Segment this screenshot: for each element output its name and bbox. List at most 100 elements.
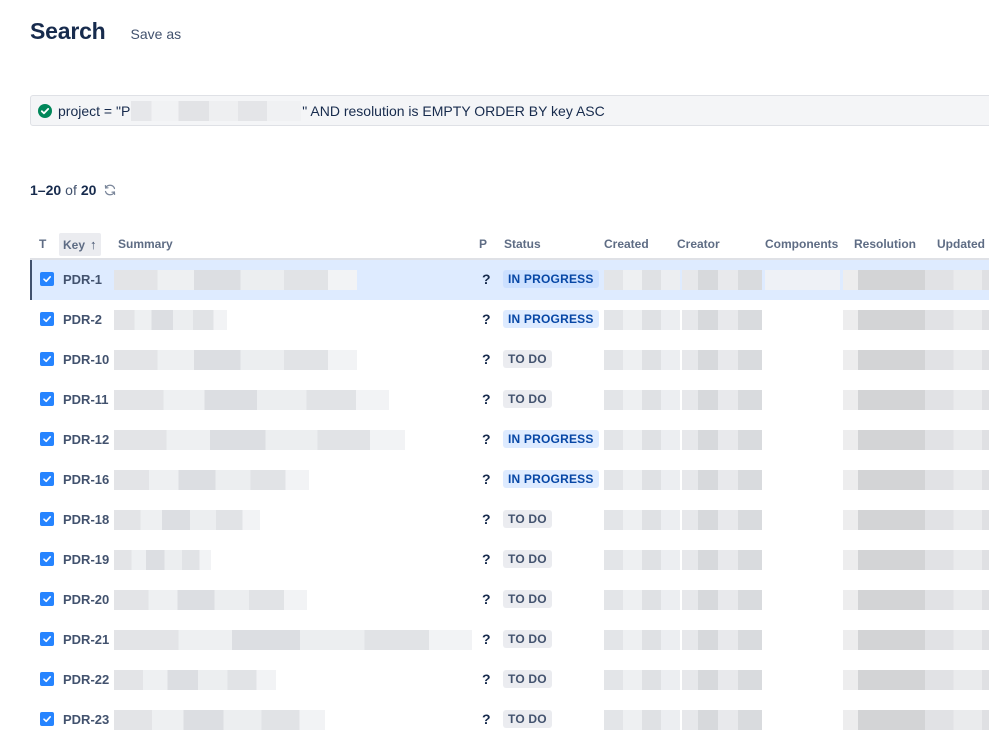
table-row[interactable]: PDR-22? TO DO <box>30 660 989 700</box>
redacted-created <box>604 310 680 330</box>
table-row[interactable]: PDR-2? IN PROGRESS <box>30 300 989 340</box>
checkbox-checked-icon[interactable] <box>40 672 54 686</box>
redacted-summary[interactable] <box>114 270 357 290</box>
redacted-summary[interactable] <box>114 310 227 330</box>
checkbox-checked-icon[interactable] <box>40 552 54 566</box>
redacted-summary[interactable] <box>114 430 405 450</box>
column-header-status[interactable]: Status <box>504 237 541 251</box>
results-range: 1–20 <box>30 182 62 198</box>
redacted-summary[interactable] <box>114 390 389 410</box>
column-header-summary[interactable]: Summary <box>118 237 173 251</box>
issue-key-link[interactable]: PDR-16 <box>63 472 109 487</box>
checkbox-checked-icon[interactable] <box>40 472 54 486</box>
redacted-summary[interactable] <box>114 670 276 690</box>
table-row[interactable]: PDR-20? TO DO <box>30 580 989 620</box>
check-circle-icon <box>38 103 52 118</box>
table-row[interactable]: PDR-11? TO DO <box>30 380 989 420</box>
redacted-created <box>604 630 680 650</box>
issue-key-link[interactable]: PDR-1 <box>63 272 102 287</box>
column-header-created[interactable]: Created <box>604 237 649 251</box>
checkbox-checked-icon[interactable] <box>40 592 54 606</box>
redacted-created <box>604 510 680 530</box>
checkbox-checked-icon[interactable] <box>40 632 54 646</box>
page-title: Search <box>30 18 106 44</box>
table-row[interactable]: PDR-1? IN PROGRESS <box>30 260 989 300</box>
priority-icon: ? <box>482 351 491 367</box>
priority-icon: ? <box>482 431 491 447</box>
checkbox-checked-icon[interactable] <box>40 392 54 406</box>
column-header-resolution[interactable]: Resolution <box>854 237 916 251</box>
issue-key-link[interactable]: PDR-18 <box>63 512 109 527</box>
column-header-creator[interactable]: Creator <box>677 237 720 251</box>
refresh-icon[interactable] <box>103 183 117 197</box>
table-row[interactable]: PDR-23? TO DO <box>30 700 989 740</box>
checkbox-checked-icon[interactable] <box>40 272 54 286</box>
checkbox-checked-icon[interactable] <box>40 352 54 366</box>
redacted-updated <box>925 430 989 450</box>
checkbox-checked-icon[interactable] <box>40 512 54 526</box>
column-header-priority[interactable]: P <box>479 237 487 251</box>
redacted-summary[interactable] <box>114 350 357 370</box>
redacted-resolution <box>843 390 925 410</box>
table-row[interactable]: PDR-10? TO DO <box>30 340 989 380</box>
issue-key-link[interactable]: PDR-23 <box>63 712 109 727</box>
redacted-creator <box>682 390 762 410</box>
save-as-button[interactable]: Save as <box>131 26 182 42</box>
redacted-updated <box>925 510 989 530</box>
redacted-updated <box>925 350 989 370</box>
redacted-created <box>604 470 680 490</box>
redacted-created <box>604 430 680 450</box>
redacted-created <box>604 710 680 730</box>
checkbox-checked-icon[interactable] <box>40 432 54 446</box>
redacted-creator <box>682 710 762 730</box>
table-row[interactable]: PDR-16? IN PROGRESS <box>30 460 989 500</box>
redacted-resolution <box>843 310 925 330</box>
results-count: 1–20 of 20 <box>30 182 117 198</box>
status-badge: TO DO <box>503 510 552 528</box>
column-header-updated[interactable]: Updated <box>937 237 985 251</box>
column-header-key[interactable]: Key ↑ <box>59 233 101 256</box>
jql-query-input[interactable]: project = "P " AND resolution is EMPTY OR… <box>30 95 989 126</box>
redacted-summary[interactable] <box>114 630 472 650</box>
redacted-summary[interactable] <box>114 550 211 570</box>
priority-icon: ? <box>482 311 491 327</box>
redacted-summary[interactable] <box>114 590 307 610</box>
table-row[interactable]: PDR-18? TO DO <box>30 500 989 540</box>
column-header-type[interactable]: T <box>39 237 46 251</box>
redacted-summary[interactable] <box>114 510 260 530</box>
table-row[interactable]: PDR-21? TO DO <box>30 620 989 660</box>
status-badge: TO DO <box>503 350 552 368</box>
redacted-resolution <box>843 270 925 290</box>
table-row[interactable]: PDR-12? IN PROGRESS <box>30 420 989 460</box>
redacted-updated <box>925 470 989 490</box>
issue-key-link[interactable]: PDR-19 <box>63 552 109 567</box>
redacted-creator <box>682 590 762 610</box>
column-header-components[interactable]: Components <box>765 237 838 251</box>
redacted-summary[interactable] <box>114 710 325 730</box>
issue-key-link[interactable]: PDR-10 <box>63 352 109 367</box>
redacted-resolution <box>843 350 925 370</box>
status-badge: TO DO <box>503 390 552 408</box>
redacted-creator <box>682 270 762 290</box>
issue-key-link[interactable]: PDR-22 <box>63 672 109 687</box>
priority-icon: ? <box>482 671 491 687</box>
redacted-updated <box>925 270 989 290</box>
redacted-created <box>604 350 680 370</box>
issue-key-link[interactable]: PDR-2 <box>63 312 102 327</box>
redacted-resolution <box>843 430 925 450</box>
redacted-project-name <box>131 100 302 121</box>
issue-key-link[interactable]: PDR-21 <box>63 632 109 647</box>
redacted-summary[interactable] <box>114 470 309 490</box>
issue-key-link[interactable]: PDR-20 <box>63 592 109 607</box>
redacted-creator <box>682 550 762 570</box>
table-row[interactable]: PDR-19? TO DO <box>30 540 989 580</box>
checkbox-checked-icon[interactable] <box>40 312 54 326</box>
status-badge: TO DO <box>503 590 552 608</box>
priority-icon: ? <box>482 591 491 607</box>
redacted-updated <box>925 310 989 330</box>
redacted-creator <box>682 630 762 650</box>
issue-key-link[interactable]: PDR-12 <box>63 432 109 447</box>
redacted-components <box>765 270 840 290</box>
redacted-updated <box>925 630 989 650</box>
issue-key-link[interactable]: PDR-11 <box>63 392 109 407</box>
